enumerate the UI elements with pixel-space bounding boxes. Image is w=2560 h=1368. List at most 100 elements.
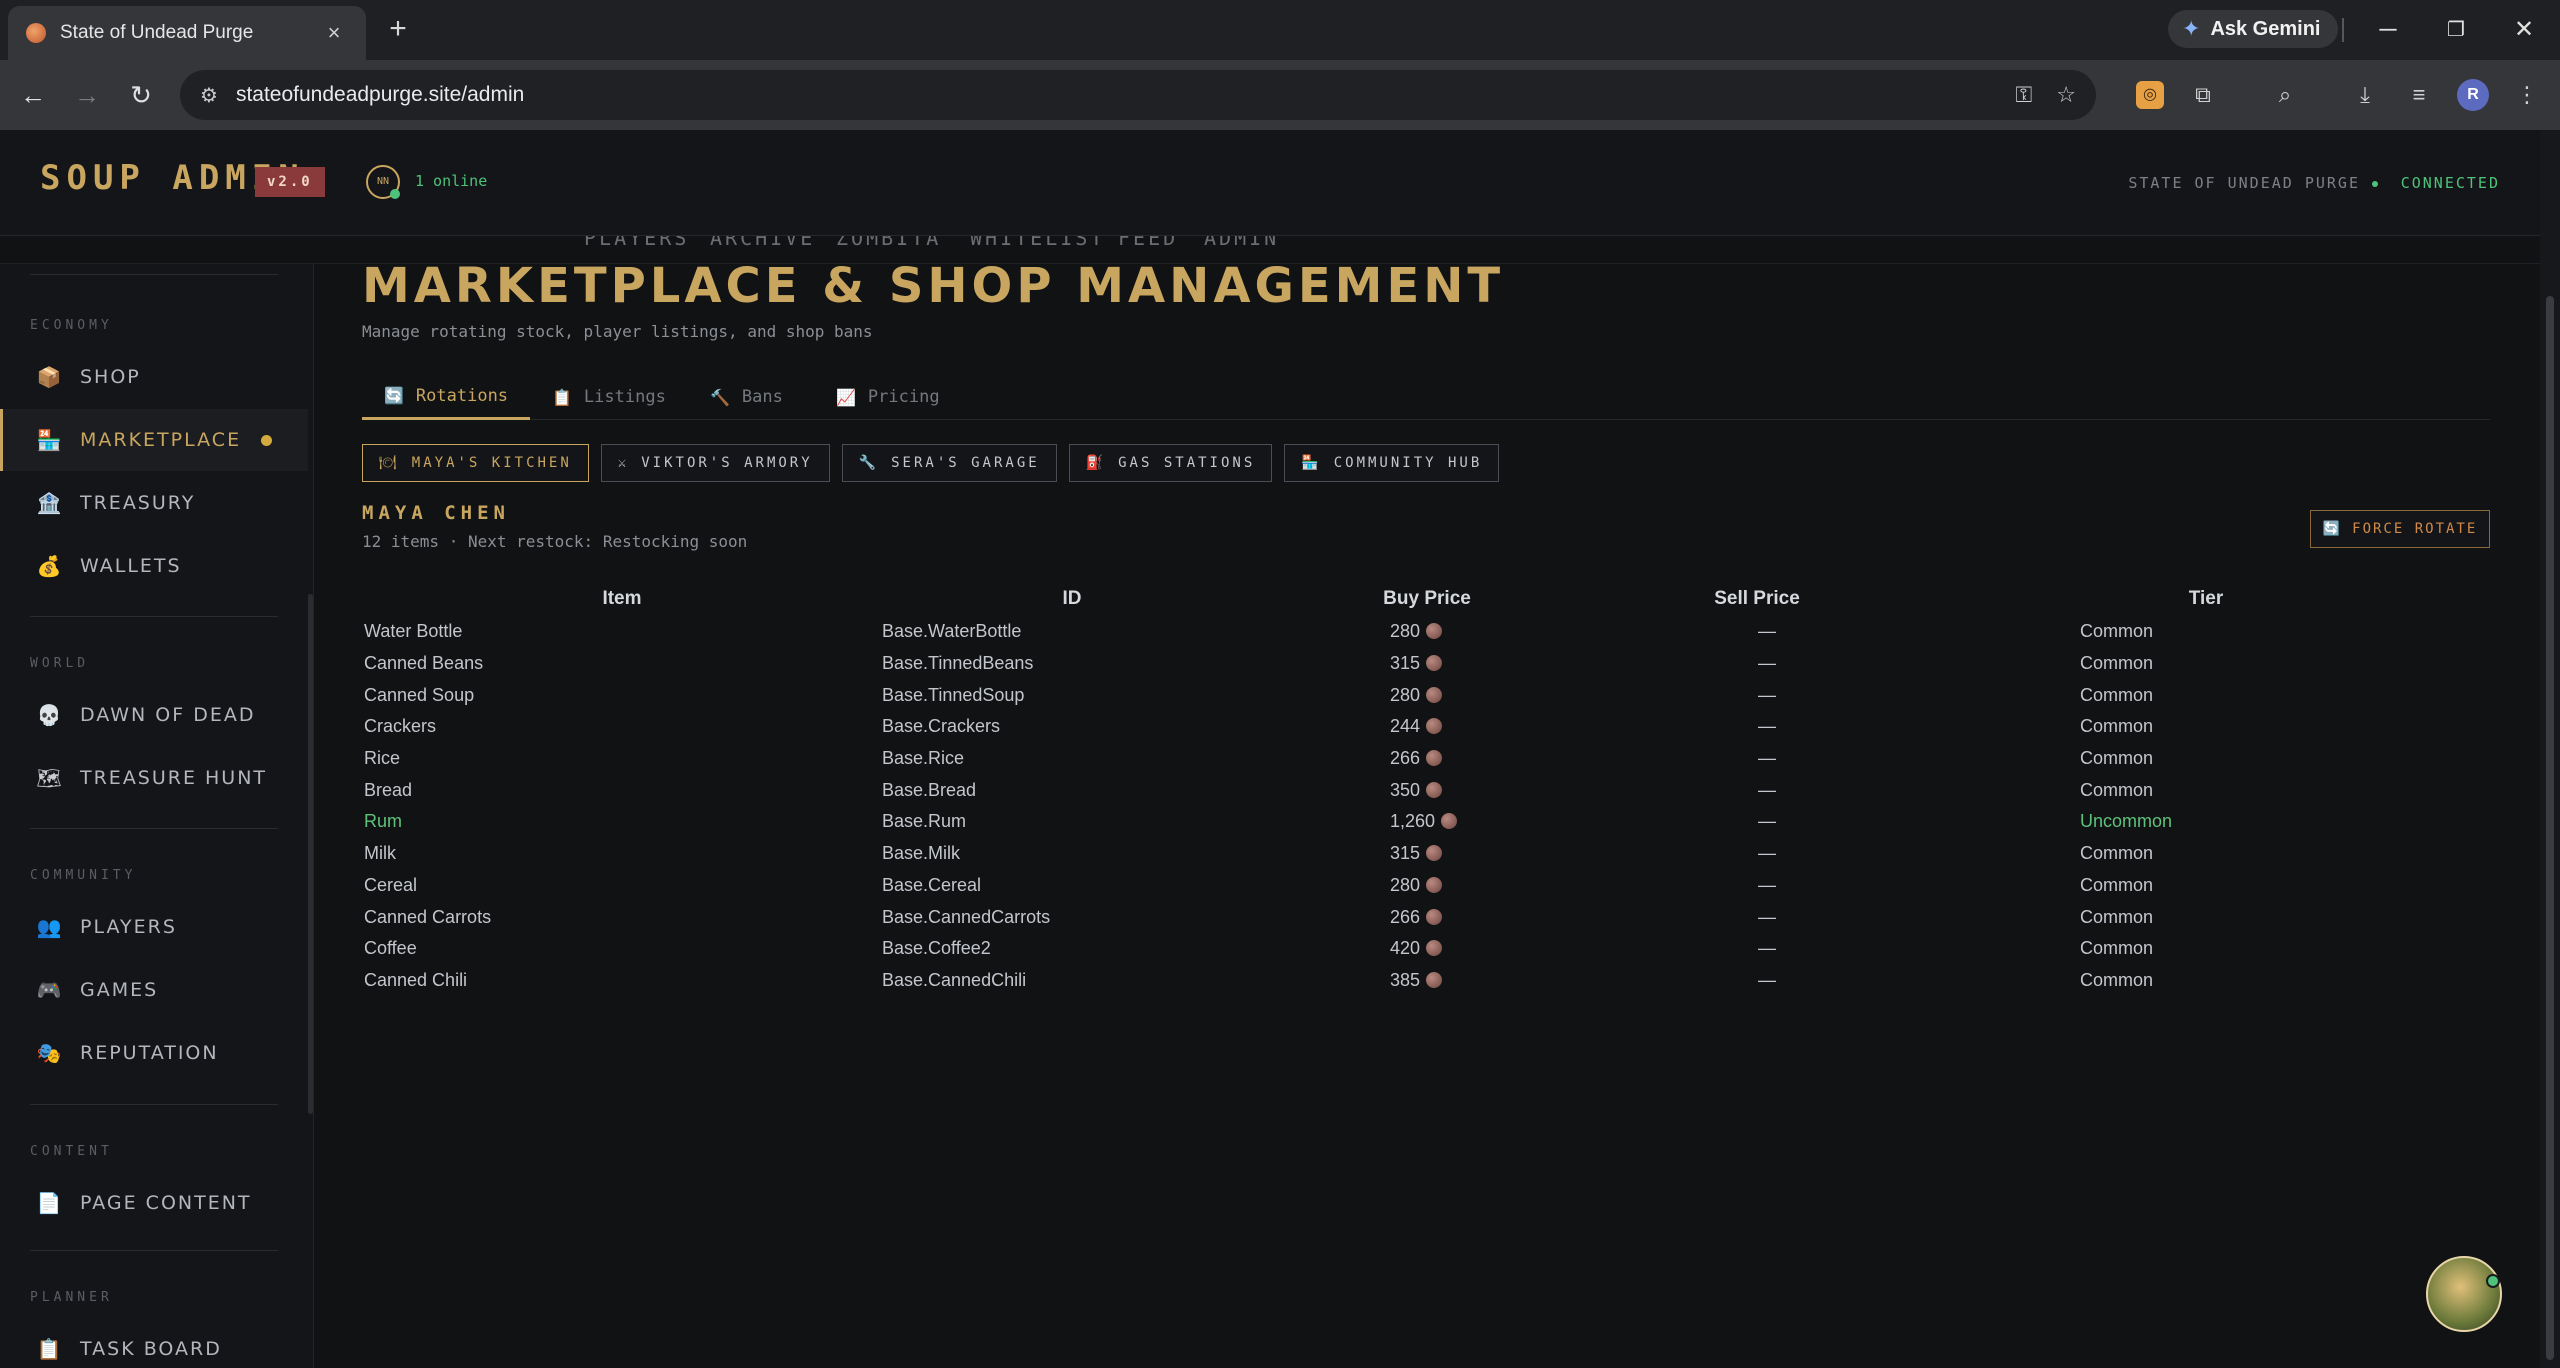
- item-id-text: Base.Bread: [882, 779, 977, 800]
- item-id-text: Base.Milk: [882, 843, 961, 864]
- nav-admin[interactable]: ADMIN: [1204, 236, 1279, 250]
- sidebar-section-economy: ECONOMY: [30, 318, 113, 333]
- sell-price-text: —: [1758, 684, 1776, 705]
- forward-arrow-icon[interactable]: →: [66, 74, 108, 116]
- sell-price-text: —: [1758, 748, 1776, 769]
- tab-pricing[interactable]: 📈 Pricing: [814, 374, 962, 420]
- ask-gemini-label: Ask Gemini: [2210, 17, 2321, 40]
- coin-icon: [1426, 718, 1443, 735]
- item-id-text: Base.TinnedSoup: [882, 684, 1025, 705]
- sidebar-item-treasury[interactable]: 🏦 TREASURY: [0, 472, 308, 534]
- new-tab-button[interactable]: +: [380, 12, 416, 48]
- assistant-online-dot: [2486, 1274, 2500, 1288]
- table-row: Rice Base.Rice 266 — Common: [362, 743, 2490, 775]
- tab-listings[interactable]: 📋 Listings: [530, 374, 688, 420]
- sidebar-item-treasure-hunt[interactable]: 🗺 TREASURE HUNT: [0, 747, 308, 809]
- sidebar-item-marketplace[interactable]: 🏪 MARKETPLACE: [0, 409, 308, 471]
- main-content: MARKETPLACE & SHOP MANAGEMENT Manage rot…: [314, 258, 2540, 1368]
- nav-archive[interactable]: ARCHIVE: [710, 236, 815, 250]
- close-window-icon[interactable]: ✕: [2502, 10, 2546, 50]
- tab-rotations[interactable]: 🔄 Rotations: [362, 374, 531, 420]
- sidebar-item-shop[interactable]: 📦 SHOP: [0, 346, 308, 408]
- coin-icon: [1426, 655, 1443, 672]
- assistant-avatar[interactable]: [2426, 1256, 2502, 1332]
- buy-price-text: 280: [1390, 684, 1421, 705]
- item-id: Base.TinnedSoup: [882, 679, 1262, 711]
- column-header-tier: Tier: [2188, 588, 2224, 609]
- force-rotate-button[interactable]: 🔄 FORCE ROTATE: [2310, 510, 2490, 548]
- close-tab-icon[interactable]: ×: [320, 20, 348, 46]
- url-text[interactable]: stateofundeadpurge.site/admin: [236, 83, 1992, 107]
- extension-orange-icon[interactable]: ◎: [2136, 81, 2164, 109]
- kitchen-icon: 🍽: [379, 455, 400, 471]
- table-row: Canned Chili Base.CannedChili 385 — Common: [362, 965, 2490, 997]
- item-tier-text: Uncommon: [2080, 811, 2173, 832]
- package-icon: 📦: [36, 366, 62, 389]
- browser-toolbar: ← → ↻ ⚙ stateofundeadpurge.site/admin ⚿ …: [0, 60, 2560, 130]
- tab-label: Bans: [741, 387, 783, 407]
- ask-gemini-button[interactable]: ✦ Ask Gemini: [2168, 10, 2338, 48]
- nav-feed[interactable]: FEED: [1118, 236, 1178, 250]
- sidebar: ECONOMY 📦 SHOP 🏪 MARKETPLACE 🏦 TREASURY …: [0, 264, 314, 1368]
- sidebar-item-page-content[interactable]: 📄 PAGE CONTENT: [0, 1172, 308, 1234]
- item-tier: Common: [1922, 679, 2490, 711]
- item-name-text: Bread: [364, 779, 413, 800]
- nav-zombita[interactable]: ZOMBITA: [836, 236, 941, 250]
- profile-avatar[interactable]: R: [2457, 79, 2489, 111]
- item-id: Base.Milk: [882, 838, 1262, 870]
- back-arrow-icon[interactable]: ←: [12, 74, 54, 116]
- extensions-puzzle-icon[interactable]: ⧉: [2186, 78, 2220, 112]
- shop-button-gas-stations[interactable]: ⛽ GAS STATIONS: [1068, 444, 1273, 482]
- tab-label: Pricing: [867, 387, 940, 407]
- coin-icon: [1441, 813, 1458, 830]
- tab-bans[interactable]: 🔨 Bans: [688, 374, 805, 420]
- downloads-icon[interactable]: ⤓: [2348, 78, 2382, 112]
- sidebar-scrollbar[interactable]: [308, 594, 313, 1114]
- shop-button-community-hub[interactable]: 🏪 COMMUNITY HUB: [1284, 444, 1500, 482]
- sidebar-item-reputation[interactable]: 🎭 REPUTATION: [0, 1022, 308, 1084]
- address-bar[interactable]: ⚙ stateofundeadpurge.site/admin ⚿ ☆: [180, 70, 2096, 120]
- media-queue-icon[interactable]: ≡: [2402, 78, 2436, 112]
- sell-price: —: [1592, 965, 1922, 997]
- page-scrollbar-thumb[interactable]: [2546, 296, 2554, 1360]
- browser-tab[interactable]: State of Undead Purge ×: [8, 6, 366, 60]
- sidebar-item-players[interactable]: 👥 PLAYERS: [0, 896, 308, 958]
- sidebar-divider: [30, 1250, 278, 1251]
- sell-price: —: [1592, 679, 1922, 711]
- browser-menu-icon[interactable]: ⋮: [2510, 78, 2544, 112]
- tab-label: Rotations: [415, 385, 509, 406]
- site-info-icon[interactable]: ⚙: [200, 83, 218, 108]
- sidebar-item-games[interactable]: 🎮 GAMES: [0, 959, 308, 1021]
- item-tier: Common: [1922, 965, 2490, 997]
- shop-button-mayas-kitchen[interactable]: 🍽 MAYA'S KITCHEN: [362, 444, 589, 482]
- nav-whitelist[interactable]: WHITELIST: [970, 236, 1105, 250]
- coin-icon: [1426, 876, 1443, 893]
- shop-button-seras-garage[interactable]: 🔧 SERA'S GARAGE: [841, 444, 1057, 482]
- item-name: Canned Beans: [362, 648, 882, 680]
- item-id: Base.Bread: [882, 774, 1262, 806]
- buy-price: 315: [1262, 838, 1592, 870]
- item-name-text: Cereal: [364, 874, 418, 895]
- item-name: Coffee: [362, 933, 882, 965]
- item-name-text: Rice: [364, 748, 401, 769]
- item-name-text: Water Bottle: [364, 621, 463, 642]
- item-tier-text: Common: [2080, 938, 2154, 959]
- sidebar-item-task-board[interactable]: 📋 TASK BOARD: [0, 1318, 308, 1368]
- coin-icon: [1426, 940, 1443, 957]
- minimize-window-icon[interactable]: ─: [2366, 10, 2410, 50]
- lens-search-icon[interactable]: ⌕: [2268, 78, 2302, 112]
- bookmark-star-icon[interactable]: ☆: [2056, 82, 2076, 108]
- nav-players[interactable]: PLAYERS: [584, 236, 689, 250]
- buy-price-text: 244: [1390, 716, 1421, 737]
- sidebar-item-dawn-of-dead[interactable]: 💀 DAWN OF DEAD: [0, 684, 308, 746]
- clipboard-icon: 📋: [36, 1338, 62, 1361]
- shop-button-viktors-armory[interactable]: ⚔ VIKTOR'S ARMORY: [600, 444, 830, 482]
- sidebar-section-content: CONTENT: [30, 1144, 113, 1159]
- password-key-icon[interactable]: ⚿: [2016, 82, 2033, 108]
- item-tier-text: Common: [2080, 906, 2154, 927]
- reload-icon[interactable]: ↻: [120, 74, 162, 116]
- sidebar-item-wallets[interactable]: 💰 WALLETS: [0, 535, 308, 597]
- item-id-text: Base.Rum: [882, 811, 967, 832]
- restore-window-icon[interactable]: ❐: [2434, 10, 2478, 50]
- users-icon: 👥: [36, 916, 62, 939]
